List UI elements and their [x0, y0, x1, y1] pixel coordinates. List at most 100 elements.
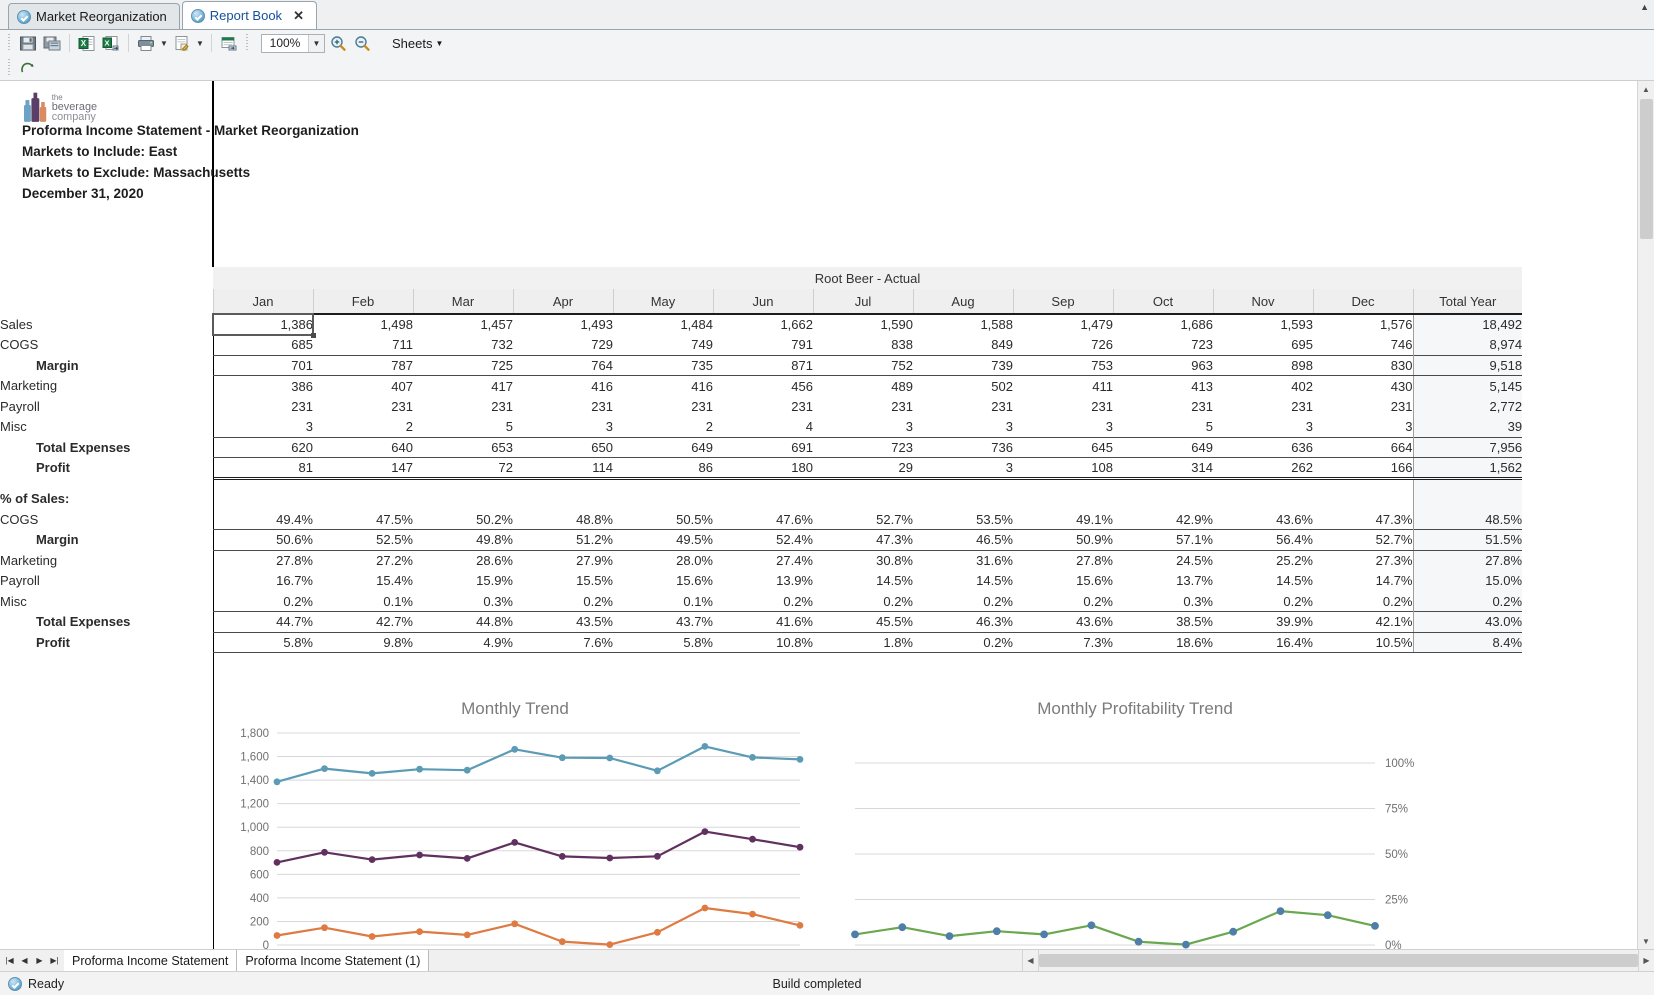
table-cell[interactable]: 86	[613, 457, 713, 479]
table-row[interactable]: Profit 81 147 72 114 86 180 29 3 108 314 262 166 1,56…	[0, 457, 1523, 479]
table-row[interactable]: Sales 1,386 1,498 1,457 1,493 1,484 1,662 1,590…	[0, 313, 1523, 338]
table-cell[interactable]: 3	[813, 417, 913, 438]
sheets-menu-button[interactable]: Sheets ▼	[385, 33, 450, 54]
table-cell[interactable]: 753	[1013, 354, 1113, 376]
table-cell[interactable]: 386	[213, 376, 313, 397]
table-cell[interactable]: 701	[213, 354, 313, 376]
table-cell[interactable]: 0.2%	[713, 591, 813, 612]
table-cell[interactable]: 46.5%	[913, 529, 1013, 551]
column-header-feb[interactable]: Feb	[312, 289, 413, 314]
table-cell[interactable]: 407	[313, 376, 413, 397]
table-cell[interactable]: 16.7%	[213, 571, 313, 592]
table-cell[interactable]: 39	[1412, 416, 1523, 437]
table-cell[interactable]: 830	[1313, 354, 1413, 376]
table-cell[interactable]: 38.5%	[1113, 611, 1213, 633]
column-header-aug[interactable]: Aug	[912, 289, 1013, 314]
table-cell[interactable]: 649	[613, 436, 713, 458]
table-cell[interactable]: 1,493	[513, 313, 613, 335]
print-preview-button[interactable]	[171, 33, 193, 53]
table-cell[interactable]: 45.5%	[813, 611, 913, 633]
horizontal-scrollbar[interactable]: ◀ ▶	[1022, 950, 1654, 971]
scroll-up-icon[interactable]: ▲	[1640, 2, 1649, 12]
zoom-in-button[interactable]	[327, 33, 349, 53]
table-row[interactable]: Marketing 27.8% 27.2% 28.6% 27.9% 28.0% 27.4% 3…	[0, 550, 1523, 571]
table-cell[interactable]: 49.4%	[213, 509, 313, 530]
table-cell[interactable]: 732	[413, 335, 513, 356]
table-cell[interactable]: 52.7%	[1313, 529, 1413, 551]
table-cell[interactable]: 620	[213, 436, 313, 458]
table-cell[interactable]: 0.2%	[213, 591, 313, 612]
table-cell[interactable]: 725	[413, 354, 513, 376]
export-excel-button[interactable]: X	[76, 33, 98, 53]
table-cell[interactable]: 1,593	[1213, 313, 1313, 335]
table-cell[interactable]: 49.8%	[413, 529, 513, 551]
table-cell[interactable]: 56.4%	[1213, 529, 1313, 551]
table-cell[interactable]	[413, 488, 513, 509]
table-cell[interactable]: 57.1%	[1113, 529, 1213, 551]
table-cell[interactable]: 0.2%	[1313, 591, 1413, 612]
table-cell[interactable]: 231	[313, 396, 413, 417]
table-cell[interactable]: 18,492	[1412, 313, 1523, 335]
table-cell[interactable]: 691	[713, 436, 813, 458]
zoom-control[interactable]: ▼	[261, 33, 325, 53]
table-cell[interactable]: 640	[313, 436, 413, 458]
table-cell[interactable]: 0.1%	[613, 591, 713, 612]
table-cell[interactable]: 15.0%	[1412, 570, 1523, 591]
table-cell[interactable]: 1,386	[212, 313, 316, 338]
table-cell[interactable]: 15.6%	[1013, 571, 1113, 592]
table-cell[interactable]: 27.9%	[513, 550, 613, 571]
column-header-apr[interactable]: Apr	[512, 289, 613, 314]
table-cell[interactable]: 417	[413, 376, 513, 397]
table-row[interactable]: Misc 3 2 5 3 2 4 3 3 3 5 3 3 39	[0, 416, 1523, 438]
table-cell[interactable]	[513, 488, 613, 509]
table-cell[interactable]: 430	[1313, 376, 1413, 397]
table-cell[interactable]: 636	[1213, 436, 1313, 458]
table-cell[interactable]: 314	[1113, 457, 1213, 479]
table-cell[interactable]: 1,662	[713, 313, 813, 335]
column-header-dec[interactable]: Dec	[1312, 289, 1413, 314]
table-row[interactable]: Misc 0.2% 0.1% 0.3% 0.2% 0.1% 0.2% 0.2% 0.2% 0.2%…	[0, 591, 1523, 612]
table-cell[interactable]: 28.6%	[413, 550, 513, 571]
table-cell[interactable]: 413	[1113, 376, 1213, 397]
table-cell[interactable]: 48.5%	[1412, 509, 1523, 530]
table-cell[interactable]: 963	[1113, 354, 1213, 376]
table-cell[interactable]: 72	[413, 457, 513, 479]
table-cell[interactable]: 653	[413, 436, 513, 458]
table-row[interactable]: Payroll 16.7% 15.4% 15.9% 15.5% 15.6% 13.9% 14.…	[0, 570, 1523, 592]
table-cell[interactable]: 752	[813, 354, 913, 376]
table-cell[interactable]: 7.6%	[513, 632, 613, 653]
table-cell[interactable]: 1,498	[313, 313, 413, 335]
table-cell[interactable]: 31.6%	[913, 550, 1013, 571]
last-sheet-icon[interactable]: ▶|	[48, 952, 61, 970]
table-cell[interactable]: 416	[513, 376, 613, 397]
table-cell[interactable]: 1,686	[1113, 313, 1213, 335]
table-cell[interactable]: 49.1%	[1013, 509, 1113, 530]
table-cell[interactable]: 838	[813, 335, 913, 356]
sheet-tab-proforma-income-statement-1[interactable]: Proforma Income Statement (1)	[237, 950, 430, 971]
table-cell[interactable]	[913, 488, 1013, 509]
table-cell[interactable]: 0.2%	[1213, 591, 1313, 612]
toolbar-grip[interactable]	[245, 34, 250, 52]
table-cell[interactable]: 10.5%	[1313, 632, 1413, 653]
table-cell[interactable]: 0.2%	[513, 591, 613, 612]
table-cell[interactable]: 14.5%	[1213, 571, 1313, 592]
tab-market-reorganization[interactable]: Market Reorganization	[8, 3, 180, 29]
table-cell[interactable]: 14.7%	[1313, 571, 1413, 592]
table-cell[interactable]: 231	[1013, 396, 1113, 417]
table-row[interactable]: Total Expenses 620 640 653 650 649 691 723 736 64…	[0, 436, 1523, 458]
column-header-mar[interactable]: Mar	[412, 289, 513, 314]
next-sheet-icon[interactable]: ▶	[33, 952, 46, 970]
table-cell[interactable]: 711	[313, 335, 413, 356]
table-cell[interactable]: 39.9%	[1213, 611, 1313, 633]
table-cell[interactable]: 15.5%	[513, 571, 613, 592]
first-sheet-icon[interactable]: |◀	[3, 952, 16, 970]
table-cell[interactable]: 739	[913, 354, 1013, 376]
table-cell[interactable]: 108	[1013, 457, 1113, 479]
table-cell[interactable]: 0.1%	[313, 591, 413, 612]
table-cell[interactable]: 502	[913, 376, 1013, 397]
table-cell[interactable]: 231	[1113, 396, 1213, 417]
table-row[interactable]: Payroll 231 231 231 231 231 231 231 231 231 231 231…	[0, 396, 1523, 417]
table-cell[interactable]: 645	[1013, 436, 1113, 458]
table-cell[interactable]: 47.3%	[813, 529, 913, 551]
table-cell[interactable]: 3	[213, 417, 313, 438]
